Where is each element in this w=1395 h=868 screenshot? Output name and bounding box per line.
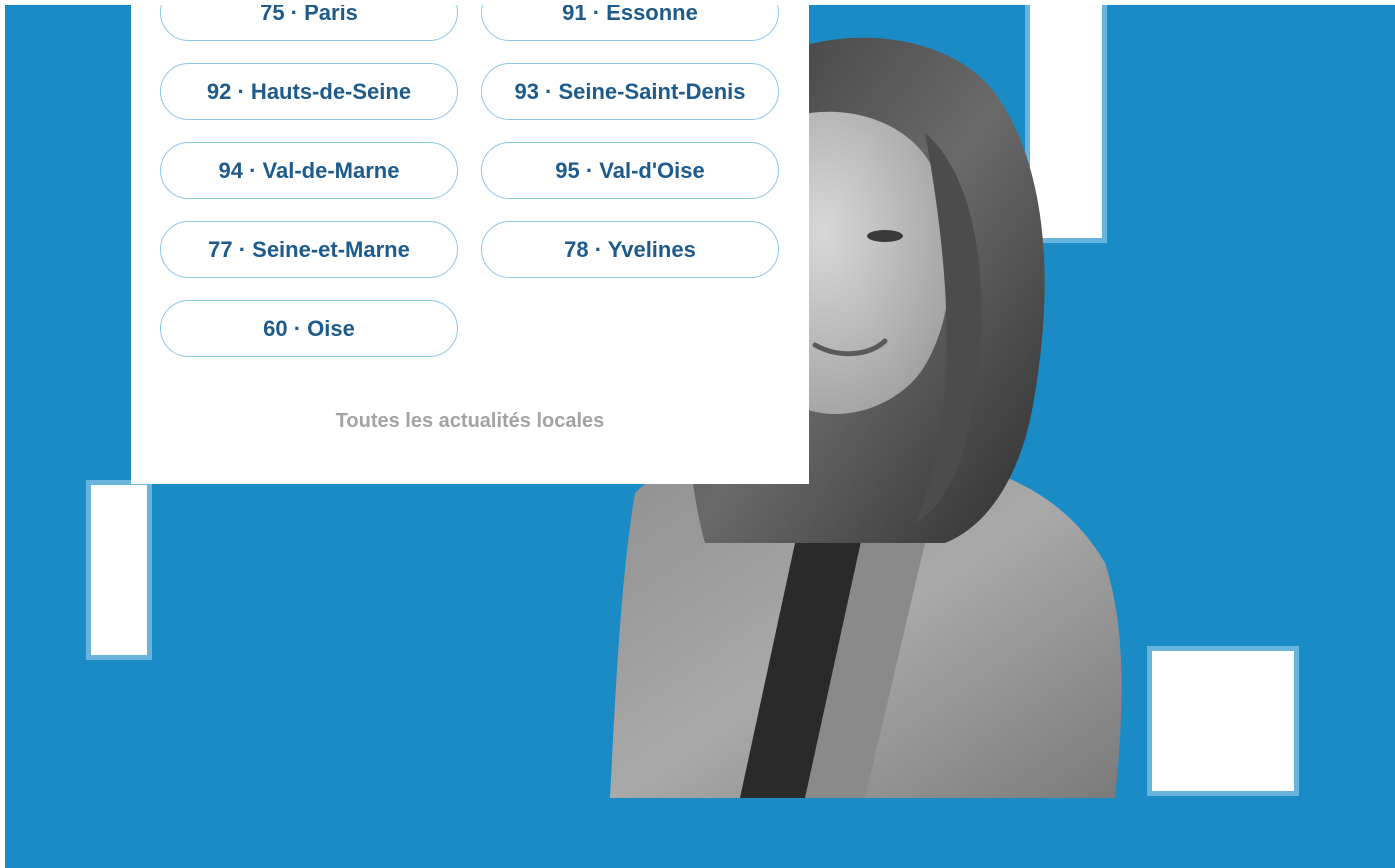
department-button-seine-et-marne[interactable]: 77 · Seine-et-Marne (160, 221, 458, 278)
decorative-white-block-bottom-right (1152, 651, 1294, 791)
decorative-white-block-left (91, 485, 147, 655)
all-local-news-link[interactable]: Toutes les actualités locales (131, 410, 809, 433)
department-button-yvelines[interactable]: 78 · Yvelines (481, 221, 779, 278)
departments-grid: 75 · Paris 91 · Essonne 92 · Hauts-de-Se… (160, 5, 779, 357)
department-button-paris[interactable]: 75 · Paris (160, 5, 458, 41)
departments-panel: 75 · Paris 91 · Essonne 92 · Hauts-de-Se… (131, 5, 809, 484)
department-button-oise[interactable]: 60 · Oise (160, 300, 458, 357)
department-button-val-de-marne[interactable]: 94 · Val-de-Marne (160, 142, 458, 199)
department-button-essonne[interactable]: 91 · Essonne (481, 5, 779, 41)
hero-background: 75 · Paris 91 · Essonne 92 · Hauts-de-Se… (5, 5, 1395, 868)
department-button-val-d-oise[interactable]: 95 · Val-d'Oise (481, 142, 779, 199)
department-button-seine-saint-denis[interactable]: 93 · Seine-Saint-Denis (481, 63, 779, 120)
department-button-hauts-de-seine[interactable]: 92 · Hauts-de-Seine (160, 63, 458, 120)
